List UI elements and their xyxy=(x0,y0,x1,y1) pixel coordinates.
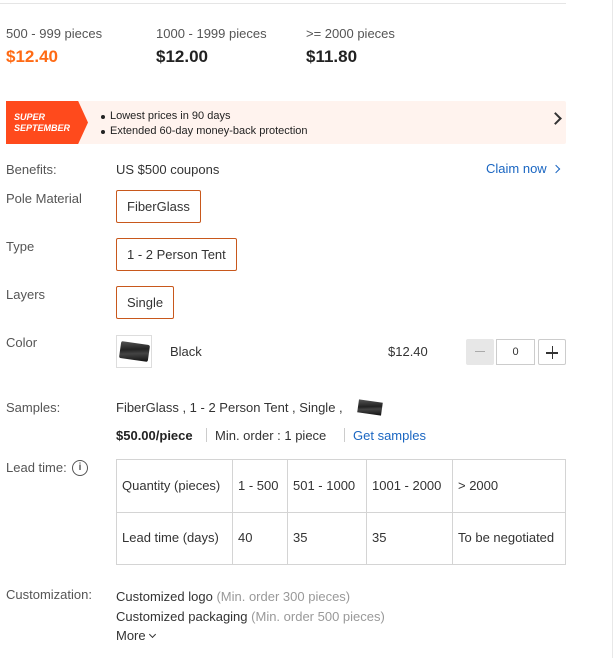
claim-now-label: Claim now xyxy=(486,161,547,176)
decrease-quantity-button[interactable] xyxy=(466,339,494,365)
super-september-badge: SUPER SEPTEMBER xyxy=(6,101,88,144)
table-row: Quantity (pieces) 1 - 500 501 - 1000 100… xyxy=(116,459,566,513)
sample-thumbnail xyxy=(357,397,383,417)
table-cell: 1001 - 2000 xyxy=(366,459,453,513)
tier-price: $12.00 xyxy=(156,47,208,66)
type-label: Type xyxy=(6,239,35,254)
price-tier-2: 1000 - 1999 pieces $12.00 xyxy=(156,26,267,67)
customization-name: Customized packaging xyxy=(116,609,248,624)
divider xyxy=(206,428,207,442)
tier-price: $11.80 xyxy=(306,47,358,66)
sample-price: $50.00/piece xyxy=(116,428,193,443)
pole-material-label: Pole Material xyxy=(6,191,82,206)
divider xyxy=(344,428,345,442)
tier-quantity: 500 - 999 pieces xyxy=(6,26,103,41)
customization-name: Customized logo xyxy=(116,589,213,604)
customization-item: Customized logo (Min. order 300 pieces) xyxy=(116,589,350,604)
table-cell: 40 xyxy=(232,511,288,565)
lead-time-table: Quantity (pieces) 1 - 500 501 - 1000 100… xyxy=(116,459,566,565)
table-row: Lead time (days) 40 35 35 To be negotiat… xyxy=(116,511,566,565)
sample-min-order: Min. order : 1 piece xyxy=(215,428,327,443)
right-divider xyxy=(612,0,613,658)
increase-quantity-button[interactable] xyxy=(538,339,566,365)
top-divider xyxy=(0,3,566,4)
chevron-down-icon xyxy=(148,630,156,639)
benefits-label: Benefits: xyxy=(6,162,57,177)
color-name: Black xyxy=(170,344,202,359)
product-thumbnail xyxy=(118,341,151,362)
customization-note: (Min. order 300 pieces) xyxy=(216,589,351,604)
color-price: $12.40 xyxy=(388,344,428,359)
super-september-banner[interactable]: SUPER SEPTEMBER Lowest prices in 90 days… xyxy=(6,101,566,144)
badge-line-1: SUPER xyxy=(14,112,46,122)
price-tier-1: 500 - 999 pieces $12.40 xyxy=(6,26,102,67)
table-cell: 501 - 1000 xyxy=(287,459,367,513)
tier-quantity: >= 2000 pieces xyxy=(306,26,395,41)
more-button[interactable]: More xyxy=(116,628,156,643)
banner-points: Lowest prices in 90 days Extended 60-day… xyxy=(101,109,308,139)
table-cell: To be negotiated xyxy=(452,511,566,565)
price-tier-3: >= 2000 pieces $11.80 xyxy=(306,26,395,67)
customization-item: Customized packaging (Min. order 500 pie… xyxy=(116,609,385,624)
get-samples-link[interactable]: Get samples xyxy=(353,428,426,443)
info-icon[interactable]: i xyxy=(72,460,88,476)
color-label: Color xyxy=(6,335,38,350)
chevron-right-icon xyxy=(551,164,560,174)
table-cell: Quantity (pieces) xyxy=(116,459,233,513)
samples-spec: FiberGlass , 1 - 2 Person Tent , Single … xyxy=(116,400,343,415)
customization-note: (Min. order 500 pieces) xyxy=(251,609,385,624)
more-label: More xyxy=(116,628,146,643)
table-cell: 35 xyxy=(366,511,453,565)
banner-point: Lowest prices in 90 days xyxy=(101,109,308,124)
product-thumbnail xyxy=(357,399,383,416)
samples-label: Samples: xyxy=(6,400,61,415)
option-1-2-person-tent[interactable]: 1 - 2 Person Tent xyxy=(116,238,237,271)
claim-now-link[interactable]: Claim now xyxy=(486,161,560,176)
benefits-value: US $500 coupons xyxy=(116,162,220,177)
table-cell: 35 xyxy=(287,511,367,565)
table-cell: Lead time (days) xyxy=(116,511,233,565)
quantity-input[interactable]: 0 xyxy=(496,339,535,365)
tier-price: $12.40 xyxy=(6,47,58,66)
option-fiberglass[interactable]: FiberGlass xyxy=(116,190,201,223)
chevron-right-icon[interactable] xyxy=(549,112,562,125)
lead-time-label: Lead time: xyxy=(6,460,67,475)
option-single[interactable]: Single xyxy=(116,286,175,319)
customization-label: Customization: xyxy=(6,587,92,602)
badge-line-2: SEPTEMBER xyxy=(14,123,71,133)
tier-quantity: 1000 - 1999 pieces xyxy=(156,26,267,41)
color-swatch-black[interactable] xyxy=(116,335,152,368)
table-cell: > 2000 xyxy=(452,459,566,513)
layers-label: Layers xyxy=(6,287,46,302)
banner-point: Extended 60-day money-back protection xyxy=(101,125,308,137)
table-cell: 1 - 500 xyxy=(232,459,288,513)
